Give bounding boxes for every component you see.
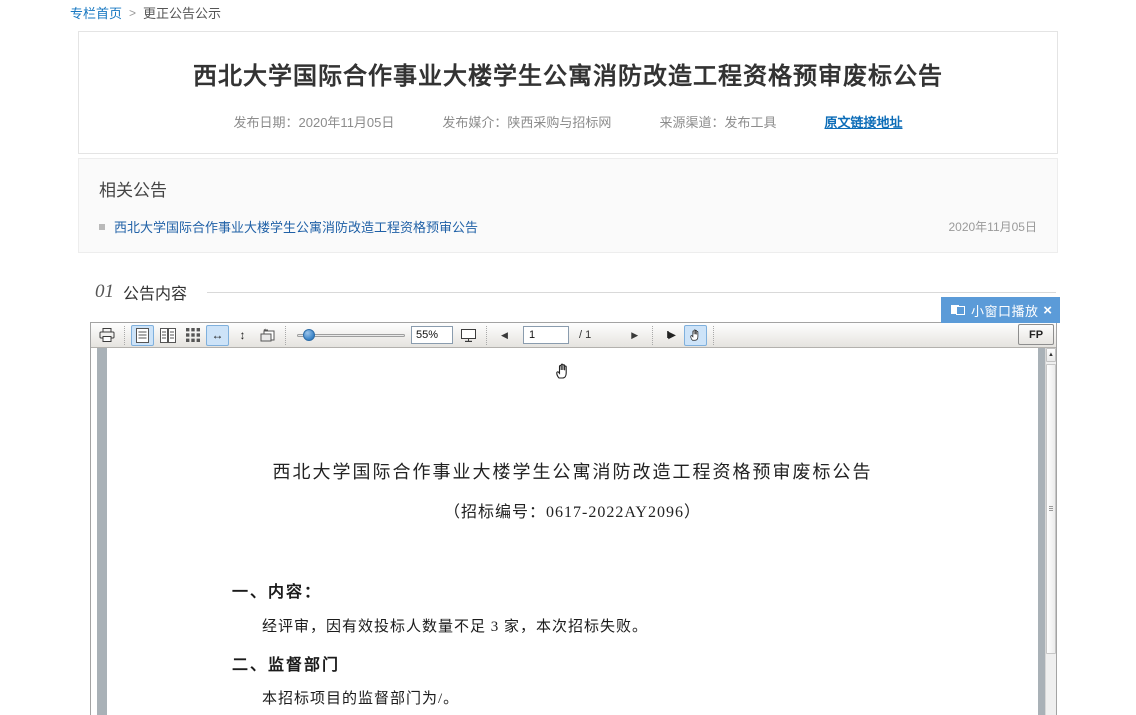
print-button[interactable] [95, 325, 118, 346]
zoom-slider-knob[interactable] [303, 329, 315, 341]
page: 专栏首页 > 更正公告公示 西北大学国际合作事业大楼学生公寓消防改造工程资格预审… [0, 0, 1136, 715]
fit-width-button[interactable]: ↔ [206, 325, 229, 346]
publish-date: 发布日期：2020年11月05日 [234, 112, 395, 131]
facing-pages-view-button[interactable] [156, 325, 179, 346]
publish-media: 发布媒介：陕西采购与招标网 [442, 112, 611, 131]
toolbar-separator [652, 326, 653, 345]
publish-media-value: 陕西采购与招标网 [507, 115, 611, 130]
popup-window-icon [951, 304, 966, 316]
section-divider [207, 292, 1056, 293]
announcement-meta: 发布日期：2020年11月05日 发布媒介：陕西采购与招标网 来源渠道：发布工具… [79, 112, 1057, 131]
thumbnail-grid-icon [186, 328, 200, 342]
document-title: 西北大学国际合作事业大楼学生公寓消防改造工程资格预审废标公告 [107, 458, 1038, 484]
source-channel-label: 来源渠道： [659, 115, 724, 130]
fit-width-icon: ↔ [212, 328, 224, 342]
scrollbar-grip-icon [1049, 505, 1053, 512]
viewer-brand-button[interactable]: FP [1018, 324, 1054, 345]
document-paragraph: 本招标项目的监督部门为/。 [262, 687, 459, 708]
page-total-label: / 1 [579, 329, 591, 341]
related-announcement-link[interactable]: 西北大学国际合作事业大楼学生公寓消防改造工程资格预审公告 [114, 217, 478, 236]
related-announcement-date: 2020年11月05日 [948, 218, 1037, 235]
next-page-icon: ▶ [631, 330, 638, 341]
toolbar-separator [124, 326, 125, 345]
small-window-play-bar[interactable]: 小窗口播放 × [941, 297, 1060, 323]
document-section-heading: 二、监督部门 [232, 651, 340, 675]
pdf-canvas[interactable]: 西北大学国际合作事业大楼学生公寓消防改造工程资格预审废标公告 （招标编号：061… [91, 348, 1056, 715]
fit-height-button[interactable]: ↕ [231, 325, 254, 346]
announcement-header-card: 西北大学国际合作事业大楼学生公寓消防改造工程资格预审废标公告 发布日期：2020… [78, 31, 1058, 154]
breadcrumb-home-link[interactable]: 专栏首页 [70, 3, 122, 22]
select-text-icon: I▶ [667, 330, 675, 341]
toolbar-separator [285, 326, 286, 345]
select-text-button[interactable]: I▶ [659, 325, 682, 346]
scroll-up-icon: ▲ [1048, 352, 1054, 358]
small-window-play-label: 小窗口播放 [971, 301, 1039, 320]
hand-tool-button[interactable] [684, 325, 707, 346]
previous-page-icon: ◀ [501, 330, 508, 341]
original-link[interactable]: 原文链接地址 [824, 112, 902, 131]
rotate-page-button[interactable] [256, 325, 279, 346]
toolbar-separator [486, 326, 487, 345]
related-announcements-card: 相关公告 西北大学国际合作事业大楼学生公寓消防改造工程资格预审公告 2020年1… [78, 158, 1058, 253]
hand-cursor-icon [553, 360, 573, 382]
related-title: 相关公告 [99, 176, 167, 201]
document-paragraph: 经评审，因有效投标人数量不足 3 家，本次招标失败。 [262, 615, 648, 636]
section-title: 公告内容 [123, 280, 187, 304]
scroll-up-button[interactable]: ▲ [1046, 348, 1056, 362]
thumbnail-grid-view-button[interactable] [181, 325, 204, 346]
fit-height-icon: ↕ [240, 328, 246, 342]
close-icon[interactable]: × [1043, 303, 1052, 318]
single-page-icon [136, 328, 149, 343]
publish-date-value: 2020年11月05日 [299, 115, 395, 130]
pdf-page[interactable]: 西北大学国际合作事业大楼学生公寓消防改造工程资格预审废标公告 （招标编号：061… [107, 348, 1038, 715]
monitor-icon [461, 329, 476, 342]
source-channel-value: 发布工具 [724, 115, 776, 130]
document-bid-number: （招标编号：0617-2022AY2096） [107, 498, 1038, 522]
publish-media-label: 发布媒介： [442, 115, 507, 130]
single-page-view-button[interactable] [131, 325, 154, 346]
scrollbar-thumb[interactable] [1046, 364, 1056, 654]
facing-pages-icon [160, 328, 176, 343]
bullet-icon [99, 224, 105, 230]
hand-tool-icon [688, 327, 703, 343]
printer-icon [99, 328, 115, 342]
content-section-header: 01 公告内容 [95, 280, 1056, 304]
page-title: 西北大学国际合作事业大楼学生公寓消防改造工程资格预审废标公告 [79, 56, 1057, 91]
section-number: 01 [95, 281, 114, 303]
pdf-toolbar: ↔ ↕ [91, 323, 1056, 348]
toolbar-separator [713, 326, 714, 345]
source-channel: 来源渠道：发布工具 [659, 112, 776, 131]
document-section-heading: 一、内容： [232, 578, 322, 602]
pdf-viewer: ↔ ↕ [90, 322, 1057, 715]
breadcrumb-current: 更正公告公示 [143, 3, 221, 22]
zoom-level-input[interactable] [411, 326, 453, 344]
page-number-input[interactable] [523, 326, 569, 344]
breadcrumb: 专栏首页 > 更正公告公示 [70, 3, 221, 22]
next-page-button[interactable]: ▶ [623, 325, 646, 346]
vertical-scrollbar[interactable]: ▲ [1045, 348, 1056, 715]
fullscreen-button[interactable] [457, 325, 480, 346]
zoom-slider[interactable] [297, 325, 405, 346]
breadcrumb-separator: > [129, 6, 136, 20]
list-item: 西北大学国际合作事业大楼学生公寓消防改造工程资格预审公告 2020年11月05日 [99, 217, 1037, 236]
previous-page-button[interactable]: ◀ [493, 325, 516, 346]
publish-date-label: 发布日期： [234, 115, 299, 130]
rotate-icon [260, 328, 276, 342]
pdf-pasteboard: 西北大学国际合作事业大楼学生公寓消防改造工程资格预审废标公告 （招标编号：061… [97, 348, 1045, 715]
